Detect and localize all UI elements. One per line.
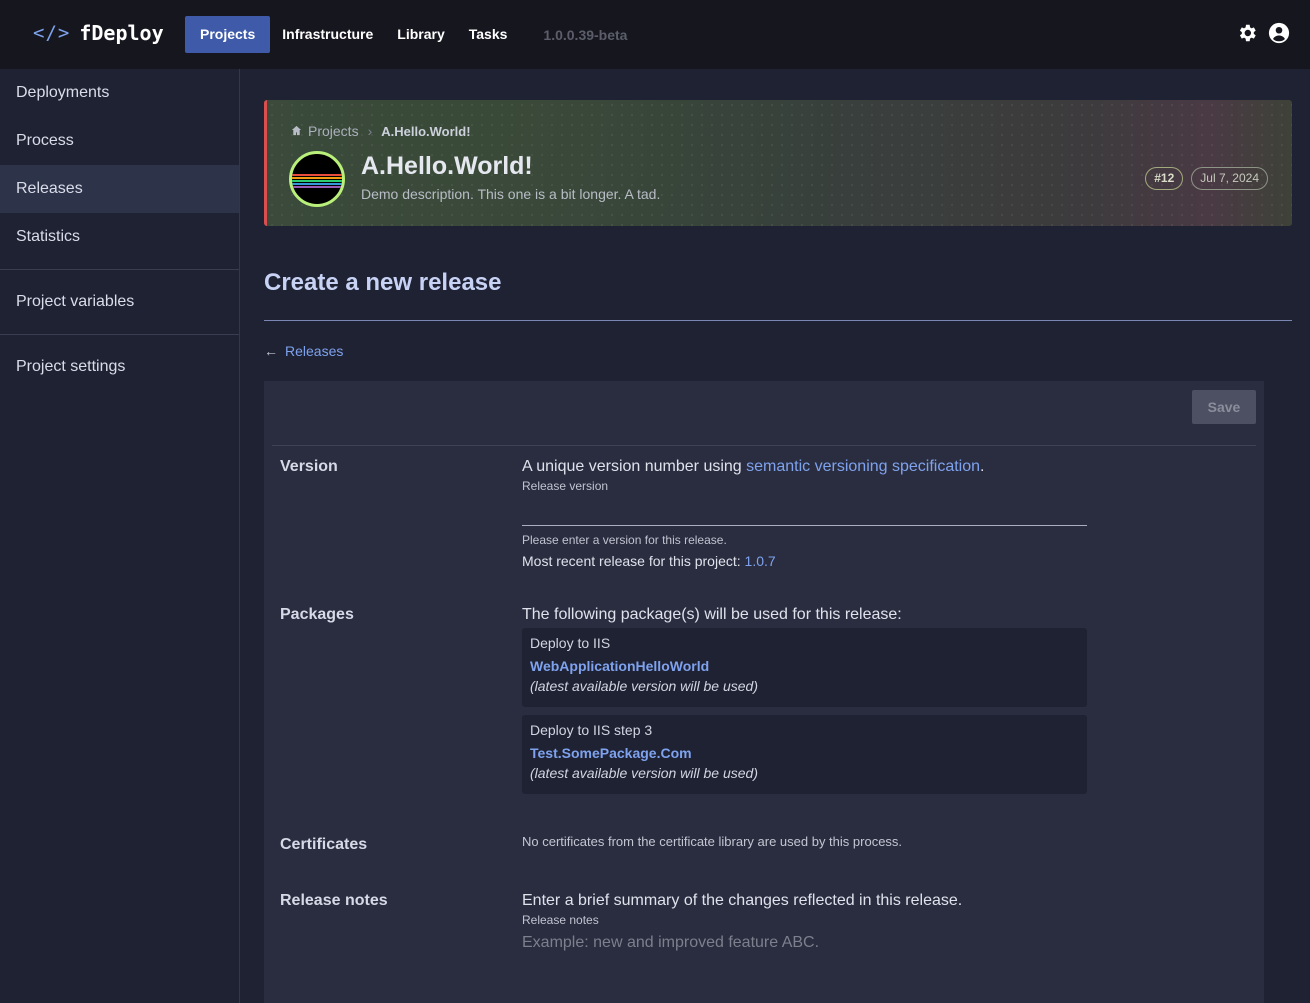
version-description-text: A unique version number using (522, 458, 747, 475)
version-description: A unique version number using semantic v… (522, 458, 1087, 476)
sidebar-item-deployments[interactable]: Deployments (0, 69, 239, 117)
most-recent-release-version[interactable]: 1.0.7 (745, 553, 776, 569)
back-link-label: Releases (285, 343, 344, 359)
version-helper-text: Please enter a version for this release. (522, 533, 727, 547)
arrow-left-icon: ← (264, 343, 278, 359)
package-step: Deploy to IIS step 3 (530, 722, 653, 738)
back-link[interactable]: ← Releases (264, 343, 1292, 359)
project-title: A.Hello.World! (361, 152, 533, 180)
version-field-group: A unique version number using semantic v… (522, 458, 1087, 569)
package-version-note: (latest available version will be used) (530, 678, 758, 694)
project-avatar (289, 151, 345, 207)
project-badges: #12 Jul 7, 2024 (1145, 167, 1268, 190)
app-name: fDeploy (79, 21, 164, 45)
sidebar-item-statistics[interactable]: Statistics (0, 213, 239, 261)
package-card: Deploy to IIS step 3 Test.SomePackage.Co… (522, 715, 1087, 794)
release-version-input[interactable] (522, 493, 1087, 525)
most-recent-release: Most recent release for this project: 1.… (522, 553, 1087, 569)
release-version-field-label: Release version (522, 479, 609, 493)
packages-description: The following package(s) will be used fo… (522, 606, 902, 623)
breadcrumb-projects[interactable]: Projects (308, 123, 359, 139)
semver-link[interactable]: semantic versioning specification (746, 458, 980, 475)
date-badge: Jul 7, 2024 (1191, 167, 1268, 190)
breadcrumb-current: A.Hello.World! (381, 123, 471, 139)
main-nav: Projects Infrastructure Library Tasks 1.… (185, 16, 627, 53)
top-bar: </> fDeploy Projects Infrastructure Libr… (0, 0, 1310, 69)
nav-tasks[interactable]: Tasks (457, 16, 520, 53)
release-notes-label: Release notes (280, 892, 388, 909)
home-icon[interactable] (291, 123, 302, 139)
release-notes-field-label: Release notes (522, 913, 599, 927)
package-card: Deploy to IIS WebApplicationHelloWorld (… (522, 628, 1087, 707)
packages-group: The following package(s) will be used fo… (522, 606, 1087, 794)
sidebar-item-project-settings[interactable]: Project settings (0, 343, 239, 391)
release-count-badge: #12 (1145, 167, 1184, 190)
release-notes-group: Enter a brief summary of the changes ref… (522, 892, 962, 952)
sidebar-item-project-variables[interactable]: Project variables (0, 278, 239, 326)
user-circle-icon[interactable] (1268, 22, 1290, 44)
version-label: Version (280, 458, 338, 475)
version-description-suffix: . (980, 458, 985, 475)
top-icons (1236, 22, 1290, 44)
breadcrumb: Projects › A.Hello.World! (291, 123, 471, 139)
app-version: 1.0.0.39-beta (543, 26, 628, 43)
gear-icon[interactable] (1236, 22, 1258, 44)
release-notes-description: Enter a brief summary of the changes ref… (522, 892, 963, 909)
app-logo[interactable]: </> fDeploy (33, 21, 164, 45)
project-banner: Projects › A.Hello.World! A.Hello.World!… (264, 100, 1292, 226)
sidebar-item-process[interactable]: Process (0, 117, 239, 165)
chevron-right-icon: › (367, 123, 373, 139)
release-form: Save Version A unique version number usi… (264, 381, 1264, 1003)
sidebar-divider (0, 334, 239, 335)
nav-infrastructure[interactable]: Infrastructure (270, 16, 385, 53)
nav-projects[interactable]: Projects (185, 16, 271, 53)
project-sidebar: Deployments Process Releases Statistics … (0, 69, 240, 1003)
title-divider (264, 320, 1292, 321)
save-button[interactable]: Save (1192, 390, 1256, 424)
project-description: Demo description. This one is a bit long… (361, 186, 661, 202)
package-step: Deploy to IIS (530, 635, 611, 651)
packages-label: Packages (280, 606, 354, 623)
most-recent-release-label: Most recent release for this project: (522, 553, 745, 569)
sidebar-item-releases[interactable]: Releases (0, 165, 239, 213)
package-name[interactable]: Test.SomePackage.Com (530, 745, 1079, 761)
package-name[interactable]: WebApplicationHelloWorld (530, 658, 1079, 674)
code-brackets-icon: </> (33, 22, 71, 44)
release-version-underline (522, 525, 1087, 526)
package-version-note: (latest available version will be used) (530, 765, 758, 781)
certificates-label: Certificates (280, 836, 368, 853)
form-divider (272, 445, 1256, 446)
sidebar-divider (0, 269, 239, 270)
nav-library[interactable]: Library (385, 16, 456, 53)
certificates-text: No certificates from the certificate lib… (522, 834, 903, 849)
page-title: Create a new release (264, 269, 502, 296)
main-content: Projects › A.Hello.World! A.Hello.World!… (264, 100, 1292, 1003)
release-notes-input[interactable]: Example: new and improved feature ABC. (522, 934, 962, 952)
